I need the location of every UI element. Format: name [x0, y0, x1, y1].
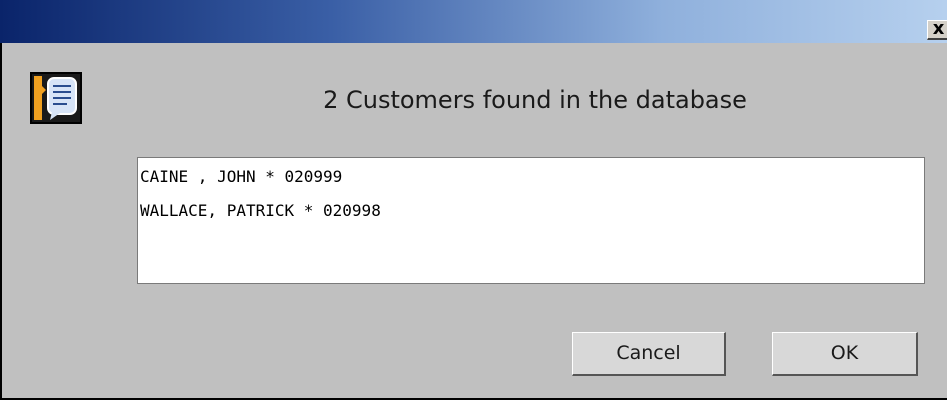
results-message: 2 Customers found in the database	[323, 86, 747, 114]
chat-document-icon	[30, 72, 82, 124]
ok-button[interactable]: OK	[772, 332, 918, 376]
list-item[interactable]: CAINE , JOHN * 020999	[138, 165, 924, 199]
customer-search-dialog: x 2 Customers found in the database CAIN…	[0, 0, 947, 400]
list-item[interactable]: WALLACE, PATRICK * 020998	[138, 199, 924, 233]
title-bar[interactable]: x	[0, 0, 947, 43]
window-border-left	[0, 43, 2, 400]
close-button[interactable]: x	[927, 20, 947, 40]
customer-results-list[interactable]: CAINE , JOHN * 020999 WALLACE, PATRICK *…	[137, 157, 925, 284]
close-icon: x	[932, 18, 945, 39]
cancel-button[interactable]: Cancel	[572, 332, 726, 376]
